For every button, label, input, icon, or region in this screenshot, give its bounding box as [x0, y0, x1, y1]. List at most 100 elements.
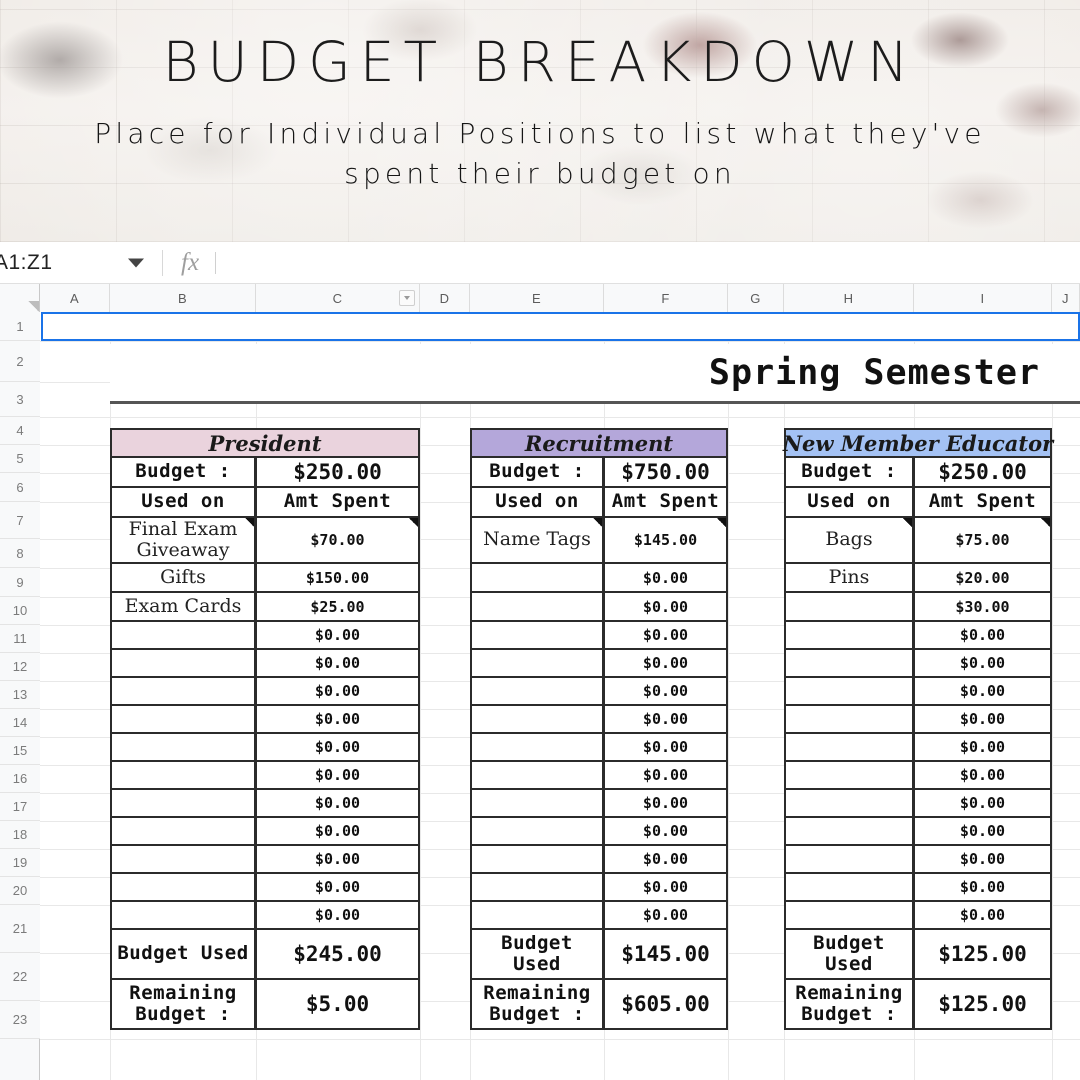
column-header-c[interactable]: C: [256, 284, 420, 312]
row-header-10[interactable]: 10: [0, 597, 40, 625]
amt-spent-header-cell[interactable]: Amt Spent: [914, 488, 1052, 518]
item-amount-cell[interactable]: $0.00: [604, 706, 728, 734]
item-used-on-cell[interactable]: [470, 762, 604, 790]
column-filter-dropdown-icon[interactable]: [399, 290, 415, 306]
budget-value-cell[interactable]: $250.00: [256, 458, 420, 488]
item-amount-cell[interactable]: $0.00: [604, 902, 728, 930]
item-used-on-cell[interactable]: [470, 874, 604, 902]
item-used-on-cell[interactable]: [470, 650, 604, 678]
item-amount-cell[interactable]: $0.00: [604, 846, 728, 874]
row-header-14[interactable]: 14: [0, 709, 40, 737]
column-header-h[interactable]: H: [784, 284, 914, 312]
item-amount-cell[interactable]: $0.00: [914, 846, 1052, 874]
row-header-1[interactable]: 1: [0, 312, 40, 341]
item-used-on-cell[interactable]: [110, 818, 256, 846]
item-amount-cell[interactable]: $0.00: [256, 678, 420, 706]
item-amount-cell[interactable]: $0.00: [914, 790, 1052, 818]
formula-input[interactable]: [216, 242, 1080, 284]
item-amount-cell[interactable]: $0.00: [604, 818, 728, 846]
item-used-on-cell[interactable]: [784, 593, 914, 622]
item-amount-cell[interactable]: $0.00: [256, 706, 420, 734]
amt-spent-header-cell[interactable]: Amt Spent: [256, 488, 420, 518]
item-amount-cell[interactable]: $0.00: [604, 678, 728, 706]
item-used-on-cell[interactable]: [784, 678, 914, 706]
item-amount-cell[interactable]: $0.00: [604, 650, 728, 678]
column-header-g[interactable]: G: [728, 284, 784, 312]
column-header-b[interactable]: B: [110, 284, 256, 312]
item-amount-cell[interactable]: $30.00: [914, 593, 1052, 622]
row-header-21[interactable]: 21: [0, 905, 40, 953]
column-header-i[interactable]: I: [914, 284, 1052, 312]
item-amount-cell[interactable]: $0.00: [604, 564, 728, 593]
used-on-header-cell[interactable]: Used on: [470, 488, 604, 518]
item-amount-cell[interactable]: $70.00: [256, 518, 420, 564]
row-header-6[interactable]: 6: [0, 473, 40, 502]
budget-value-cell[interactable]: $250.00: [914, 458, 1052, 488]
name-box[interactable]: A1:Z1: [0, 242, 162, 284]
item-used-on-cell[interactable]: Gifts: [110, 564, 256, 593]
item-amount-cell[interactable]: $0.00: [256, 790, 420, 818]
budget-label-cell[interactable]: Budget :: [784, 458, 914, 488]
row-header-7[interactable]: 7: [0, 502, 40, 539]
item-used-on-cell[interactable]: [110, 706, 256, 734]
item-used-on-cell[interactable]: [110, 762, 256, 790]
remaining-budget-value-cell[interactable]: $125.00: [914, 980, 1052, 1030]
item-used-on-cell[interactable]: [784, 734, 914, 762]
chevron-down-icon[interactable]: [128, 258, 144, 267]
item-used-on-cell[interactable]: [470, 678, 604, 706]
row-header-2[interactable]: 2: [0, 341, 40, 382]
item-amount-cell[interactable]: $0.00: [914, 706, 1052, 734]
item-used-on-cell[interactable]: [110, 874, 256, 902]
item-amount-cell[interactable]: $0.00: [256, 818, 420, 846]
item-amount-cell[interactable]: $0.00: [914, 734, 1052, 762]
row-header-17[interactable]: 17: [0, 793, 40, 821]
item-used-on-cell[interactable]: [784, 762, 914, 790]
column-header-f[interactable]: F: [604, 284, 728, 312]
used-on-header-cell[interactable]: Used on: [784, 488, 914, 518]
budget-used-label-cell[interactable]: Budget Used: [784, 930, 914, 980]
table-title[interactable]: Recruitment: [470, 428, 728, 458]
item-used-on-cell[interactable]: [784, 706, 914, 734]
budget-used-label-cell[interactable]: Budget Used: [470, 930, 604, 980]
remaining-budget-label-cell[interactable]: Remaining Budget :: [470, 980, 604, 1030]
item-used-on-cell[interactable]: [110, 734, 256, 762]
item-amount-cell[interactable]: $0.00: [914, 622, 1052, 650]
item-amount-cell[interactable]: $0.00: [914, 762, 1052, 790]
item-used-on-cell[interactable]: Name Tags: [470, 518, 604, 564]
item-amount-cell[interactable]: $0.00: [604, 790, 728, 818]
item-amount-cell[interactable]: $150.00: [256, 564, 420, 593]
row-header-23[interactable]: 23: [0, 1001, 40, 1039]
item-used-on-cell[interactable]: [784, 874, 914, 902]
item-amount-cell[interactable]: $0.00: [914, 818, 1052, 846]
item-used-on-cell[interactable]: [110, 650, 256, 678]
item-amount-cell[interactable]: $0.00: [604, 622, 728, 650]
remaining-budget-value-cell[interactable]: $5.00: [256, 980, 420, 1030]
item-used-on-cell[interactable]: [470, 706, 604, 734]
budget-label-cell[interactable]: Budget :: [470, 458, 604, 488]
row-header-3[interactable]: 3: [0, 382, 40, 417]
row-header-12[interactable]: 12: [0, 653, 40, 681]
item-used-on-cell[interactable]: [784, 846, 914, 874]
item-used-on-cell[interactable]: [470, 818, 604, 846]
used-on-header-cell[interactable]: Used on: [110, 488, 256, 518]
column-header-j[interactable]: J: [1052, 284, 1080, 312]
column-header-d[interactable]: D: [420, 284, 470, 312]
table-title[interactable]: New Member Educator: [783, 428, 1053, 458]
item-amount-cell[interactable]: $0.00: [256, 734, 420, 762]
item-used-on-cell[interactable]: [470, 846, 604, 874]
item-used-on-cell[interactable]: [784, 622, 914, 650]
item-amount-cell[interactable]: $0.00: [604, 593, 728, 622]
item-amount-cell[interactable]: $145.00: [604, 518, 728, 564]
item-used-on-cell[interactable]: Exam Cards: [110, 593, 256, 622]
item-amount-cell[interactable]: $0.00: [914, 902, 1052, 930]
column-header-a[interactable]: A: [40, 284, 110, 312]
row-header-8[interactable]: 8: [0, 539, 40, 568]
item-used-on-cell[interactable]: [110, 790, 256, 818]
item-used-on-cell[interactable]: [110, 846, 256, 874]
row-header-19[interactable]: 19: [0, 849, 40, 877]
item-amount-cell[interactable]: $0.00: [256, 622, 420, 650]
item-used-on-cell[interactable]: [784, 790, 914, 818]
spreadsheet-grid[interactable]: 1 2 3 4 5 6 7 8 9 10 11 12 13 14 15 16 17 18 19 20 21 22 23 Sp…: [0, 312, 1080, 1080]
item-used-on-cell[interactable]: [110, 622, 256, 650]
item-used-on-cell[interactable]: [470, 902, 604, 930]
